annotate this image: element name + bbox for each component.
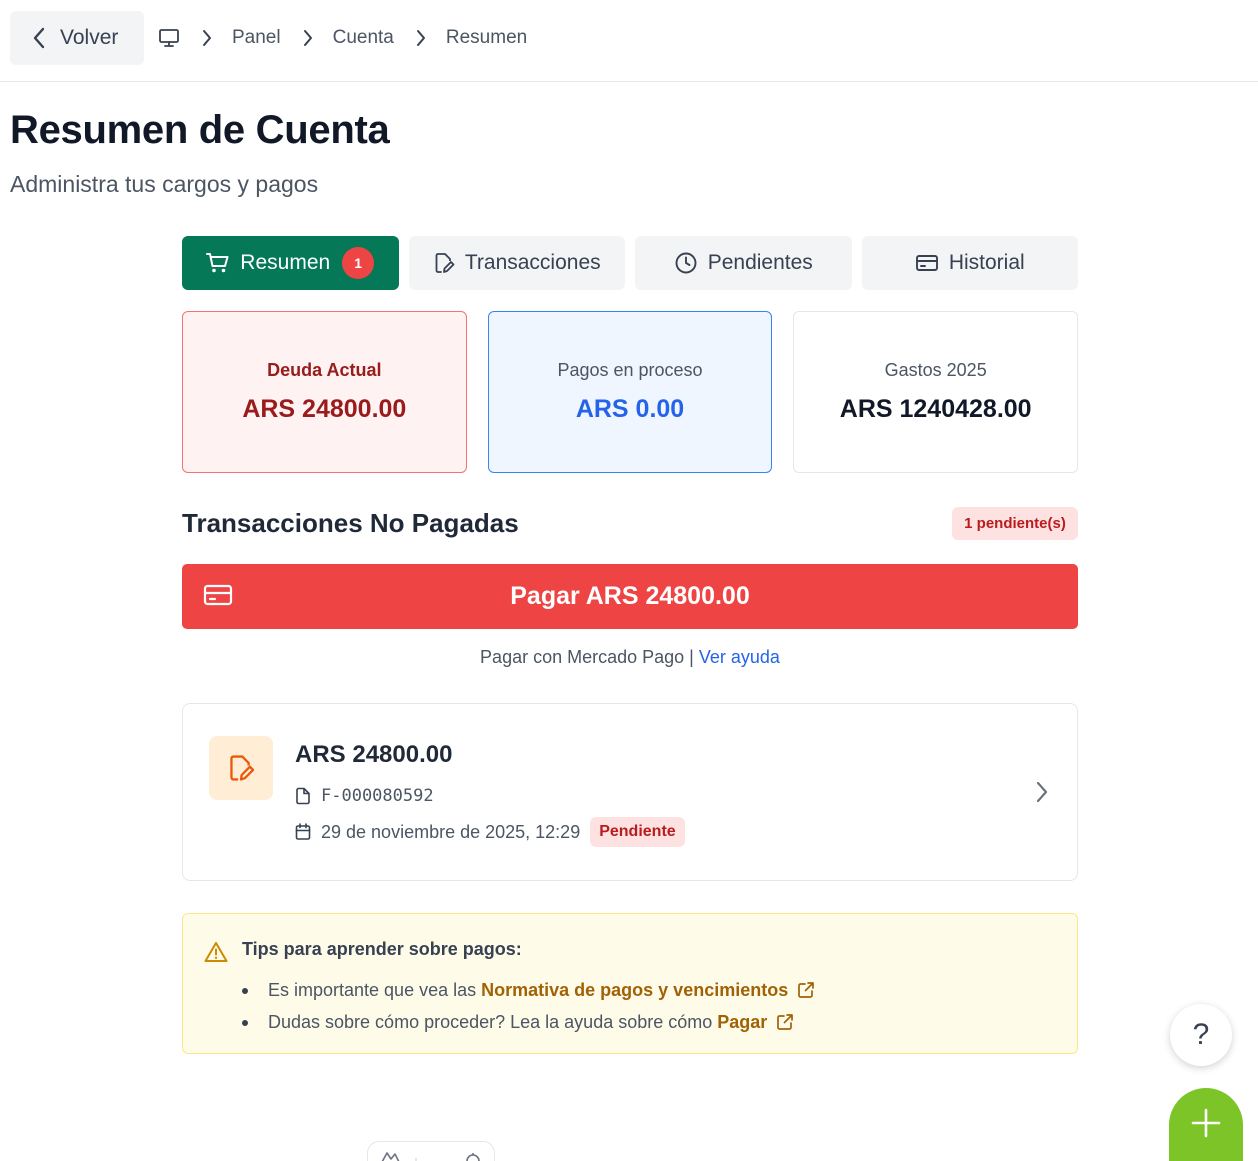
chevron-right-icon: [203, 30, 211, 46]
transaction-date: 29 de noviembre de 2025, 12:29: [321, 821, 581, 842]
pay-button[interactable]: Pagar ARS 24800.00: [182, 564, 1078, 629]
tip-text: Es importante que vea las: [268, 979, 477, 1000]
transaction-reference: F-000080592: [321, 786, 434, 806]
processing-card: Pagos en proceso ARS 0.00: [487, 311, 773, 473]
unpaid-section-title: Transacciones No Pagadas: [182, 508, 519, 538]
tip-link-normativa[interactable]: Normativa de pagos y vencimientos: [481, 980, 788, 1001]
pay-note-text: Pagar con Mercado Pago |: [480, 647, 694, 667]
external-link-icon[interactable]: [797, 981, 815, 999]
tab-bar: Resumen 1 Transacciones Pendientes Histo…: [182, 236, 1078, 290]
breadcrumb-cuenta[interactable]: Cuenta: [333, 27, 394, 49]
calendar-icon: [295, 823, 311, 840]
tip-text: Dudas sobre cómo proceder? Lea la ayuda …: [268, 1011, 713, 1032]
pay-note: Pagar con Mercado Pago | Ver ayuda: [182, 647, 1078, 668]
chevron-right-icon: [416, 30, 425, 46]
tab-resumen[interactable]: Resumen 1: [182, 236, 399, 290]
top-bar: Volver Panel Cuenta Resumen: [0, 0, 1258, 82]
tab-transacciones-label: Transacciones: [464, 251, 601, 274]
cart-icon: [206, 253, 229, 273]
chevron-right-icon: [303, 30, 312, 46]
chevron-right-icon: [1036, 781, 1048, 803]
document-edit-icon: [435, 253, 455, 273]
status-badge: Pendiente: [590, 817, 685, 847]
tab-transacciones[interactable]: Transacciones: [408, 236, 625, 290]
pending-count-badge: 1 pendiente(s): [952, 507, 1078, 540]
chart-icon: [381, 1152, 480, 1161]
help-link[interactable]: Ver ayuda: [699, 647, 780, 667]
clock-icon: [675, 252, 697, 274]
tip-item: Dudas sobre cómo proceder? Lea la ayuda …: [242, 1006, 815, 1038]
help-button[interactable]: ?: [1170, 1004, 1232, 1066]
tab-pendientes-label: Pendientes: [707, 251, 813, 274]
spending-label: Gastos 2025: [884, 360, 987, 380]
add-button[interactable]: [1169, 1088, 1243, 1161]
credit-card-icon: [915, 255, 938, 271]
spending-value: ARS 1240428.00: [839, 395, 1032, 423]
tab-historial-label: Historial: [948, 251, 1025, 274]
summary-cards: Deuda Actual ARS 24800.00 Pagos en proce…: [182, 311, 1079, 473]
file-icon: [296, 787, 310, 805]
processing-value: ARS 0.00: [575, 395, 685, 423]
tab-historial[interactable]: Historial: [861, 236, 1078, 290]
tips-list: Es importante que vea las Normativa de p…: [242, 974, 815, 1038]
back-button-label: Volver: [60, 26, 119, 49]
tab-pendientes[interactable]: Pendientes: [635, 236, 852, 290]
breadcrumb-panel[interactable]: Panel: [232, 27, 281, 49]
tips-box: Tips para aprender sobre pagos: Es impor…: [182, 913, 1078, 1054]
debt-value: ARS 24800.00: [242, 395, 407, 423]
chevron-left-icon: [33, 27, 45, 49]
breadcrumb: Panel Cuenta Resumen: [158, 20, 527, 56]
breadcrumb-resumen: Resumen: [445, 27, 528, 48]
credit-card-icon: [203, 584, 233, 606]
warning-icon: [204, 942, 228, 962]
tips-title: Tips para aprender sobre pagos:: [242, 939, 522, 959]
tab-resumen-label: Resumen: [240, 251, 331, 274]
tip-link-pagar[interactable]: Pagar: [717, 1012, 767, 1033]
pay-button-label: Pagar ARS 24800.00: [510, 582, 750, 610]
monitor-icon[interactable]: [158, 28, 180, 48]
tab-resumen-badge: 1: [342, 247, 375, 279]
debt-label: Deuda Actual: [267, 360, 382, 380]
transaction-reference-row: F-000080592: [295, 786, 434, 806]
transaction-card[interactable]: ARS 24800.00 F-000080592 29 de noviembre…: [182, 703, 1078, 881]
bottom-toolbar[interactable]: [367, 1141, 495, 1161]
page-subtitle: Administra tus cargos y pagos: [10, 171, 319, 197]
back-button[interactable]: Volver: [10, 11, 144, 65]
external-link-icon[interactable]: [776, 1013, 794, 1031]
document-edit-icon: [230, 755, 255, 781]
transaction-date-row: 29 de noviembre de 2025, 12:29 Pendiente: [295, 817, 685, 847]
transaction-icon-box: [209, 736, 273, 800]
transaction-amount: ARS 24800.00: [295, 741, 453, 768]
debt-card: Deuda Actual ARS 24800.00: [182, 311, 467, 473]
tip-item: Es importante que vea las Normativa de p…: [242, 974, 815, 1006]
processing-label: Pagos en proceso: [557, 360, 703, 380]
page-title: Resumen de Cuenta: [10, 108, 390, 152]
spending-card: Gastos 2025 ARS 1240428.00: [793, 311, 1079, 473]
plus-icon: [1191, 1108, 1221, 1138]
